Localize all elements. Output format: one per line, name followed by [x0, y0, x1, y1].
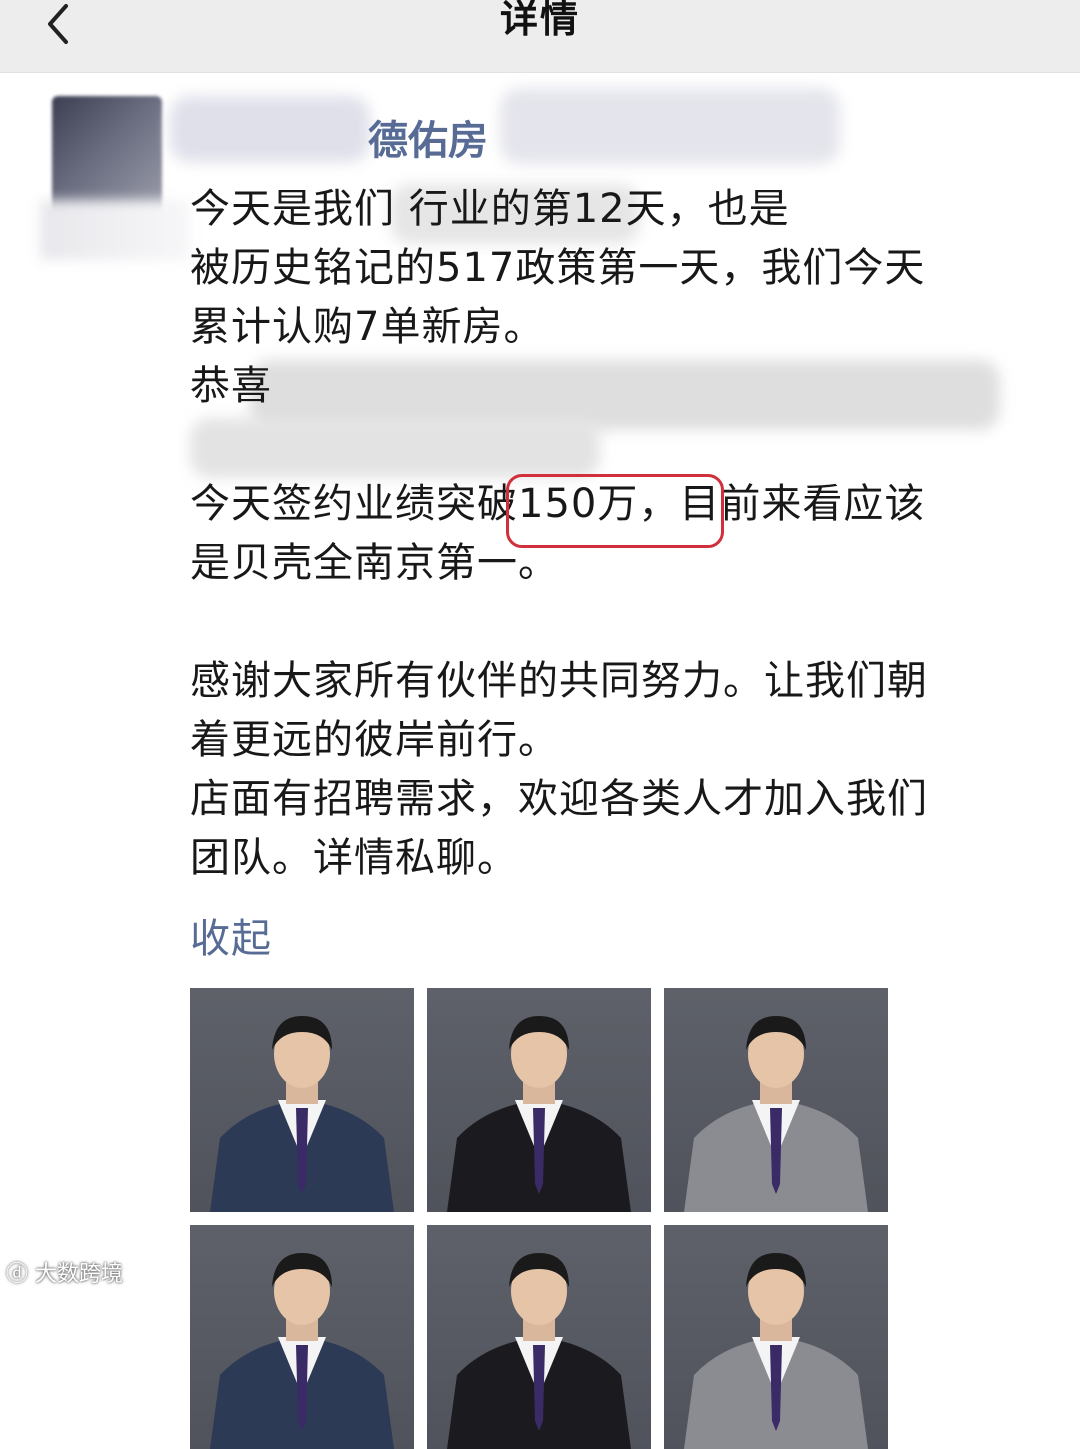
- photo-thumbnail[interactable]: [427, 988, 651, 1212]
- post-line: 店面有招聘需求，欢迎各类人才加入我们: [190, 776, 928, 822]
- person-portrait-icon: [210, 1253, 394, 1449]
- post-line: 感谢大家所有伙伴的共同努力。让我们朝: [190, 658, 928, 704]
- poster-name[interactable]: 德佑房: [368, 108, 488, 166]
- redacted-line: [190, 416, 1030, 475]
- top-nav-bar: 详情: [0, 0, 1080, 73]
- post-line: 团队。详情私聊。: [190, 835, 518, 881]
- collapse-link[interactable]: 收起: [190, 906, 272, 964]
- watermark: ⓓ 大数跨境: [6, 1256, 123, 1288]
- photo-thumbnail[interactable]: [664, 988, 888, 1212]
- person-portrait-icon: [447, 1016, 631, 1212]
- watermark-logo-icon: ⓓ: [6, 1262, 35, 1287]
- person-portrait-icon: [210, 1016, 394, 1212]
- photo-thumbnail[interactable]: [427, 1225, 651, 1449]
- photo-thumbnail[interactable]: [664, 1225, 888, 1449]
- photo-thumbnail[interactable]: [190, 1225, 414, 1449]
- highlight-annotation-box: [506, 474, 724, 548]
- post-line: 累计认购7单新房。: [190, 304, 545, 350]
- redacted-name-right: [500, 88, 840, 164]
- person-portrait-icon: [447, 1253, 631, 1449]
- post-line: 今天是我们 行业的第12天，也是: [190, 186, 790, 232]
- person-portrait-icon: [684, 1253, 868, 1449]
- person-portrait-icon: [684, 1016, 868, 1212]
- redacted-name-left: [170, 96, 370, 162]
- watermark-text: 大数跨境: [35, 1262, 124, 1287]
- avatar-blur-overlay: [40, 200, 190, 260]
- post-line: 被历史铭记的517政策第一天，我们今天: [190, 245, 926, 291]
- post-line: 恭喜: [190, 363, 272, 409]
- photo-thumbnail[interactable]: [190, 988, 414, 1212]
- post-line: 着更远的彼岸前行。: [190, 717, 559, 763]
- page-title: 详情: [499, 0, 580, 41]
